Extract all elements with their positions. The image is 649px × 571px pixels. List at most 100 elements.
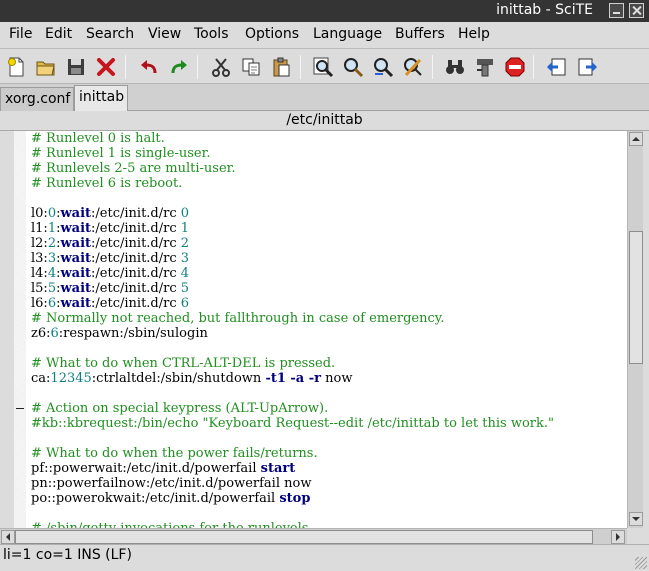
- scroll-up-icon[interactable]: [629, 132, 643, 146]
- code-line[interactable]: l4:4:wait:/etc/init.d/rc 4: [31, 266, 554, 281]
- code-token: 3: [47, 251, 57, 266]
- code-token: stop: [279, 491, 311, 506]
- menu-bar: File Edit Search View Tools Options Lang…: [0, 22, 649, 47]
- code-line[interactable]: [31, 341, 554, 356]
- code-line[interactable]: # /sbin/getty invocations for the runlev…: [31, 521, 554, 528]
- code-token: ca:: [31, 371, 51, 386]
- redo-icon[interactable]: [168, 56, 190, 78]
- horizontal-scroll-thumb[interactable]: [15, 530, 593, 544]
- code-line[interactable]: # What to do when the power fails/return…: [31, 446, 554, 461]
- menu-search[interactable]: Search: [86, 26, 134, 42]
- code-token: # Runlevels 2-5 are multi-user.: [31, 161, 236, 176]
- fold-margin[interactable]: [14, 131, 26, 528]
- code-token: 2: [47, 236, 57, 251]
- code-line[interactable]: # Runlevel 1 is single-user.: [31, 146, 554, 161]
- undo-icon[interactable]: [138, 56, 160, 78]
- code-editor[interactable]: # Runlevel 0 is halt. # Runlevel 1 is sin…: [0, 131, 627, 528]
- minimize-button[interactable]: [609, 3, 624, 18]
- code-token: wait: [60, 236, 92, 251]
- new-file-icon[interactable]: [5, 56, 27, 78]
- find-next-icon[interactable]: [342, 56, 364, 78]
- status-bar: li=1 co=1 INS (LF): [0, 544, 649, 571]
- menu-edit[interactable]: Edit: [45, 26, 72, 42]
- code-token: :/etc/init.d/rc: [91, 236, 181, 251]
- code-line[interactable]: l1:1:wait:/etc/init.d/rc 1: [31, 221, 554, 236]
- code-line[interactable]: l3:3:wait:/etc/init.d/rc 3: [31, 251, 554, 266]
- code-line[interactable]: pf::powerwait:/etc/init.d/powerfail star…: [31, 461, 554, 476]
- menu-view[interactable]: View: [148, 26, 181, 42]
- resize-grip-icon[interactable]: [635, 557, 647, 569]
- open-folder-icon[interactable]: [35, 56, 57, 78]
- code-line[interactable]: po::powerokwait:/etc/init.d/powerfail st…: [31, 491, 554, 506]
- code-line[interactable]: # Normally not reached, but fallthrough …: [31, 311, 554, 326]
- scroll-right-icon[interactable]: [611, 530, 625, 544]
- save-disk-icon[interactable]: [65, 56, 87, 78]
- replace-icon[interactable]: [372, 56, 394, 78]
- buffer-tab-bar: xorg.conf inittab: [0, 84, 649, 111]
- code-token: wait: [60, 251, 92, 266]
- code-token: :/etc/init.d/rc: [91, 281, 181, 296]
- scroll-left-icon[interactable]: [1, 530, 15, 544]
- code-line[interactable]: # Runlevel 6 is reboot.: [31, 176, 554, 191]
- code-token: 4: [47, 266, 57, 281]
- menu-file[interactable]: File: [9, 26, 32, 42]
- code-token: # Runlevel 1 is single-user.: [31, 146, 211, 161]
- code-line[interactable]: [31, 431, 554, 446]
- line-margin[interactable]: [0, 131, 14, 528]
- code-line[interactable]: # Runlevel 0 is halt.: [31, 131, 554, 146]
- code-line[interactable]: [31, 386, 554, 401]
- menu-help[interactable]: Help: [458, 26, 490, 42]
- scite-window: inittab - SciTE File Edit Search View To…: [0, 0, 649, 571]
- code-line[interactable]: l5:5:wait:/etc/init.d/rc 5: [31, 281, 554, 296]
- code-token: 6: [180, 296, 190, 311]
- menu-buffers[interactable]: Buffers: [395, 26, 445, 42]
- code-token: # Runlevel 6 is reboot.: [31, 176, 183, 191]
- code-line[interactable]: # Runlevels 2-5 are multi-user.: [31, 161, 554, 176]
- code-line[interactable]: [31, 191, 554, 206]
- code-token: # /sbin/getty invocations for the runlev…: [31, 521, 313, 528]
- code-token: 4: [180, 266, 190, 281]
- menu-language[interactable]: Language: [313, 26, 382, 42]
- close-window-button[interactable]: [629, 3, 644, 18]
- menu-tools[interactable]: Tools: [194, 26, 229, 42]
- find-in-files-icon[interactable]: [402, 56, 424, 78]
- code-line[interactable]: # What to do when CTRL-ALT-DEL is presse…: [31, 356, 554, 371]
- scroll-down-icon[interactable]: [629, 512, 643, 526]
- code-token: 0: [180, 206, 190, 221]
- code-line[interactable]: ca:12345:ctrlaltdel:/sbin/shutdown -t1 -…: [31, 371, 554, 386]
- title-bar[interactable]: inittab - SciTE: [0, 0, 649, 22]
- compile-icon[interactable]: [444, 56, 466, 78]
- code-line[interactable]: l0:0:wait:/etc/init.d/rc 0: [31, 206, 554, 221]
- tab-xorg-conf[interactable]: xorg.conf: [0, 87, 74, 111]
- next-buffer-icon[interactable]: [576, 56, 598, 78]
- code-token: # What to do when the power fails/return…: [31, 446, 318, 461]
- stop-icon[interactable]: [504, 56, 526, 78]
- tab-inittab[interactable]: inittab: [74, 85, 128, 111]
- code-token: l2:: [31, 236, 48, 251]
- find-icon[interactable]: [312, 56, 334, 78]
- code-line[interactable]: [31, 506, 554, 521]
- horizontal-scrollbar[interactable]: [0, 528, 627, 544]
- code-token: :/etc/init.d/rc: [91, 221, 181, 236]
- fold-marker[interactable]: [16, 408, 24, 409]
- cut-icon[interactable]: [210, 56, 232, 78]
- copy-icon[interactable]: [240, 56, 262, 78]
- build-icon[interactable]: [474, 56, 496, 78]
- code-text[interactable]: # Runlevel 0 is halt. # Runlevel 1 is sin…: [31, 131, 554, 528]
- code-token: start: [260, 461, 296, 476]
- vertical-scrollbar[interactable]: [627, 131, 643, 528]
- code-line[interactable]: l2:2:wait:/etc/init.d/rc 2: [31, 236, 554, 251]
- close-x-icon[interactable]: [95, 56, 117, 78]
- vertical-scroll-thumb[interactable]: [629, 231, 643, 364]
- code-token: #kb::kbrequest:/bin/echo "Keyboard Reque…: [31, 416, 554, 431]
- code-line[interactable]: pn::powerfailnow:/etc/init.d/powerfail n…: [31, 476, 554, 491]
- menu-options[interactable]: Options: [245, 26, 299, 42]
- code-token: l3:: [31, 251, 48, 266]
- code-line[interactable]: z6:6:respawn:/sbin/sulogin: [31, 326, 554, 341]
- previous-buffer-icon[interactable]: [546, 56, 568, 78]
- paste-icon[interactable]: [270, 56, 292, 78]
- code-line[interactable]: #kb::kbrequest:/bin/echo "Keyboard Reque…: [31, 416, 554, 431]
- code-token: -t1 -a -r: [265, 371, 321, 386]
- code-line[interactable]: l6:6:wait:/etc/init.d/rc 6: [31, 296, 554, 311]
- code-line[interactable]: # Action on special keypress (ALT-UpArro…: [31, 401, 554, 416]
